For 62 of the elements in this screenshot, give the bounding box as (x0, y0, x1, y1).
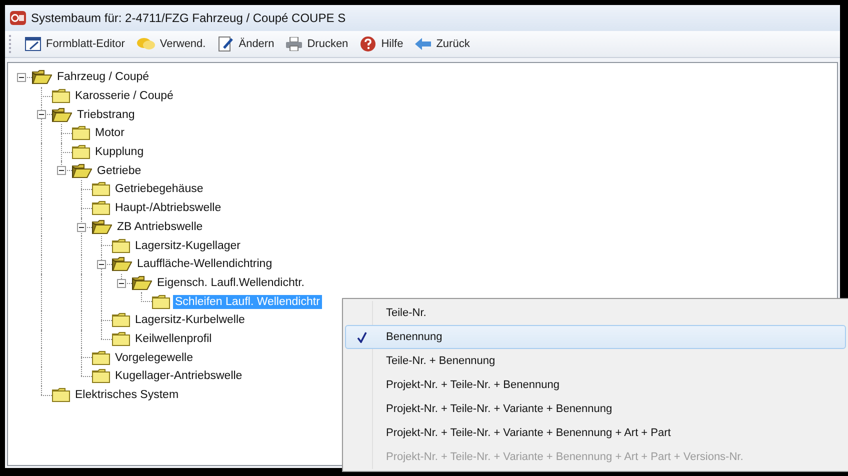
folder-icon (112, 313, 130, 328)
folder-icon (72, 145, 90, 160)
menu-item[interactable]: Projekt-Nr. + Teile-Nr. + Variante + Benennung + Art + Part (345, 421, 846, 445)
toolbar-button[interactable]: Drucken (281, 35, 354, 53)
folder-icon (92, 350, 110, 365)
tree-node[interactable]: Motor (93, 126, 126, 140)
menu-item[interactable]: Teile-Nr. (345, 301, 846, 325)
folder-icon (72, 126, 90, 140)
tree-node[interactable]: Haupt-/Abtriebswelle (113, 201, 224, 216)
collapse-toggle[interactable] (117, 278, 126, 288)
folder-icon (52, 89, 70, 104)
open-folder-icon (32, 70, 52, 84)
collapse-toggle[interactable] (97, 260, 106, 269)
toolbar-button[interactable]: Verwend. (132, 35, 211, 53)
tree-node[interactable]: Lauffläche-Wellendichtring (135, 257, 274, 272)
tree-node[interactable]: Triebstrang (75, 108, 137, 122)
folder-icon (152, 294, 170, 309)
menu-item[interactable]: Teile-Nr. + Benennung (345, 349, 846, 373)
open-folder-icon (52, 108, 72, 122)
folder-icon (92, 201, 110, 216)
app-logo-icon (10, 11, 26, 25)
collapse-toggle[interactable] (17, 73, 26, 82)
folder-icon (52, 388, 70, 402)
checkmark-icon (357, 332, 367, 342)
menu-item[interactable]: Projekt-Nr. + Teile-Nr. + Variante + Benennung (345, 397, 846, 421)
folder-icon (112, 238, 130, 253)
open-folder-icon (112, 257, 132, 272)
speech-bubbles-icon (136, 37, 155, 51)
edit-document-icon (218, 36, 234, 52)
folder-icon (92, 182, 110, 196)
tree-node[interactable]: Elektrisches System (73, 388, 181, 402)
tree-node[interactable]: Lagersitz-Kugellager (133, 238, 242, 253)
toolbar-button[interactable]: Formblatt-Editor (20, 35, 130, 53)
menu-item[interactable]: Projekt-Nr. + Teile-Nr. + Benennung (345, 373, 846, 397)
tree-node[interactable]: ZB Antriebswelle (115, 220, 205, 234)
tree-node[interactable]: Kugellager-Antriebswelle (113, 369, 244, 384)
form-window-icon (25, 37, 41, 51)
toolbar-button[interactable]: Ändern (212, 34, 280, 54)
tree-node[interactable]: Fahrzeug / Coupé (55, 70, 152, 84)
tree-node[interactable]: Getriebe (95, 164, 144, 178)
tree-node[interactable]: Kupplung (93, 145, 146, 160)
collapse-toggle[interactable] (77, 222, 86, 232)
help-icon (360, 36, 376, 52)
open-folder-icon (132, 276, 152, 290)
tree-node[interactable]: Getriebegehäuse (113, 182, 206, 196)
tree-node[interactable]: Lagersitz-Kurbelwelle (133, 313, 247, 328)
toolbar-button[interactable]: Zurück (410, 36, 475, 52)
printer-icon (286, 37, 302, 51)
tree-node[interactable]: Keilwellenprofil (133, 332, 214, 346)
open-folder-icon (72, 164, 92, 178)
menu-item[interactable]: Benennung (345, 325, 846, 349)
open-folder-icon (92, 220, 112, 234)
tree-node[interactable]: Eigensch. Laufl.Wellendichtr. (155, 276, 306, 290)
collapse-toggle[interactable] (37, 110, 46, 120)
tree-node[interactable]: Karosserie / Coupé (73, 89, 176, 104)
collapse-toggle[interactable] (57, 166, 66, 176)
back-arrow-icon (415, 38, 432, 50)
window-title: Systembaum für: 2-4711/FZG Fahrzeug / Coupé COUPE S (31, 11, 346, 25)
folder-icon (92, 369, 110, 384)
toolbar-button[interactable]: Hilfe (355, 34, 408, 54)
folder-icon (112, 332, 130, 346)
tree-node[interactable]: Vorgelegewelle (113, 350, 196, 365)
